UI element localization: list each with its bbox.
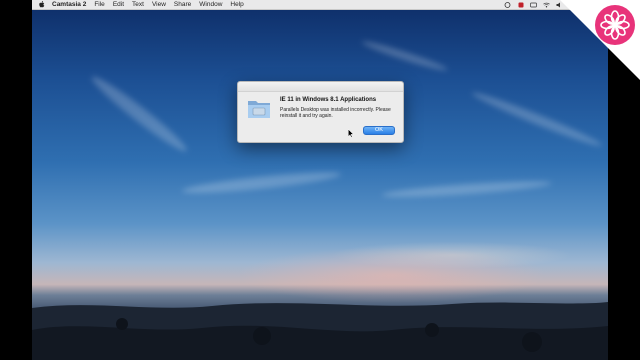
wifi-icon[interactable] — [543, 1, 550, 8]
desktop-screen: Camtasia 2 File Edit Text View Share Win… — [32, 0, 608, 360]
menu-app-name[interactable]: Camtasia 2 — [52, 0, 86, 10]
apple-icon[interactable] — [38, 1, 46, 9]
menu-share[interactable]: Share — [174, 0, 191, 10]
menu-extra-icon[interactable] — [530, 1, 537, 8]
menu-text[interactable]: Text — [132, 0, 144, 10]
dialog-title: IE 11 in Windows 8.1 Applications — [280, 97, 377, 103]
menu-file[interactable]: File — [94, 0, 104, 10]
dialog-message: Parallels Desktop was installed incorrec… — [280, 107, 391, 120]
rocky-shore — [32, 302, 608, 360]
menu-window[interactable]: Window — [199, 0, 222, 10]
dialog-titlebar[interactable] — [238, 82, 403, 92]
letterbox-left — [0, 0, 32, 360]
flower-logo-icon — [560, 0, 640, 80]
menu-edit[interactable]: Edit — [113, 0, 124, 10]
menu-help[interactable]: Help — [230, 0, 243, 10]
folder-icon — [247, 97, 271, 119]
mouse-cursor-icon — [348, 129, 354, 138]
error-dialog: IE 11 in Windows 8.1 Applications Parall… — [237, 81, 404, 143]
record-icon[interactable] — [517, 1, 524, 8]
ok-button[interactable]: OK — [363, 126, 395, 135]
menu-bar: Camtasia 2 File Edit Text View Share Win… — [32, 0, 608, 10]
menu-view[interactable]: View — [152, 0, 166, 10]
screen-sharing-icon[interactable] — [504, 1, 511, 8]
